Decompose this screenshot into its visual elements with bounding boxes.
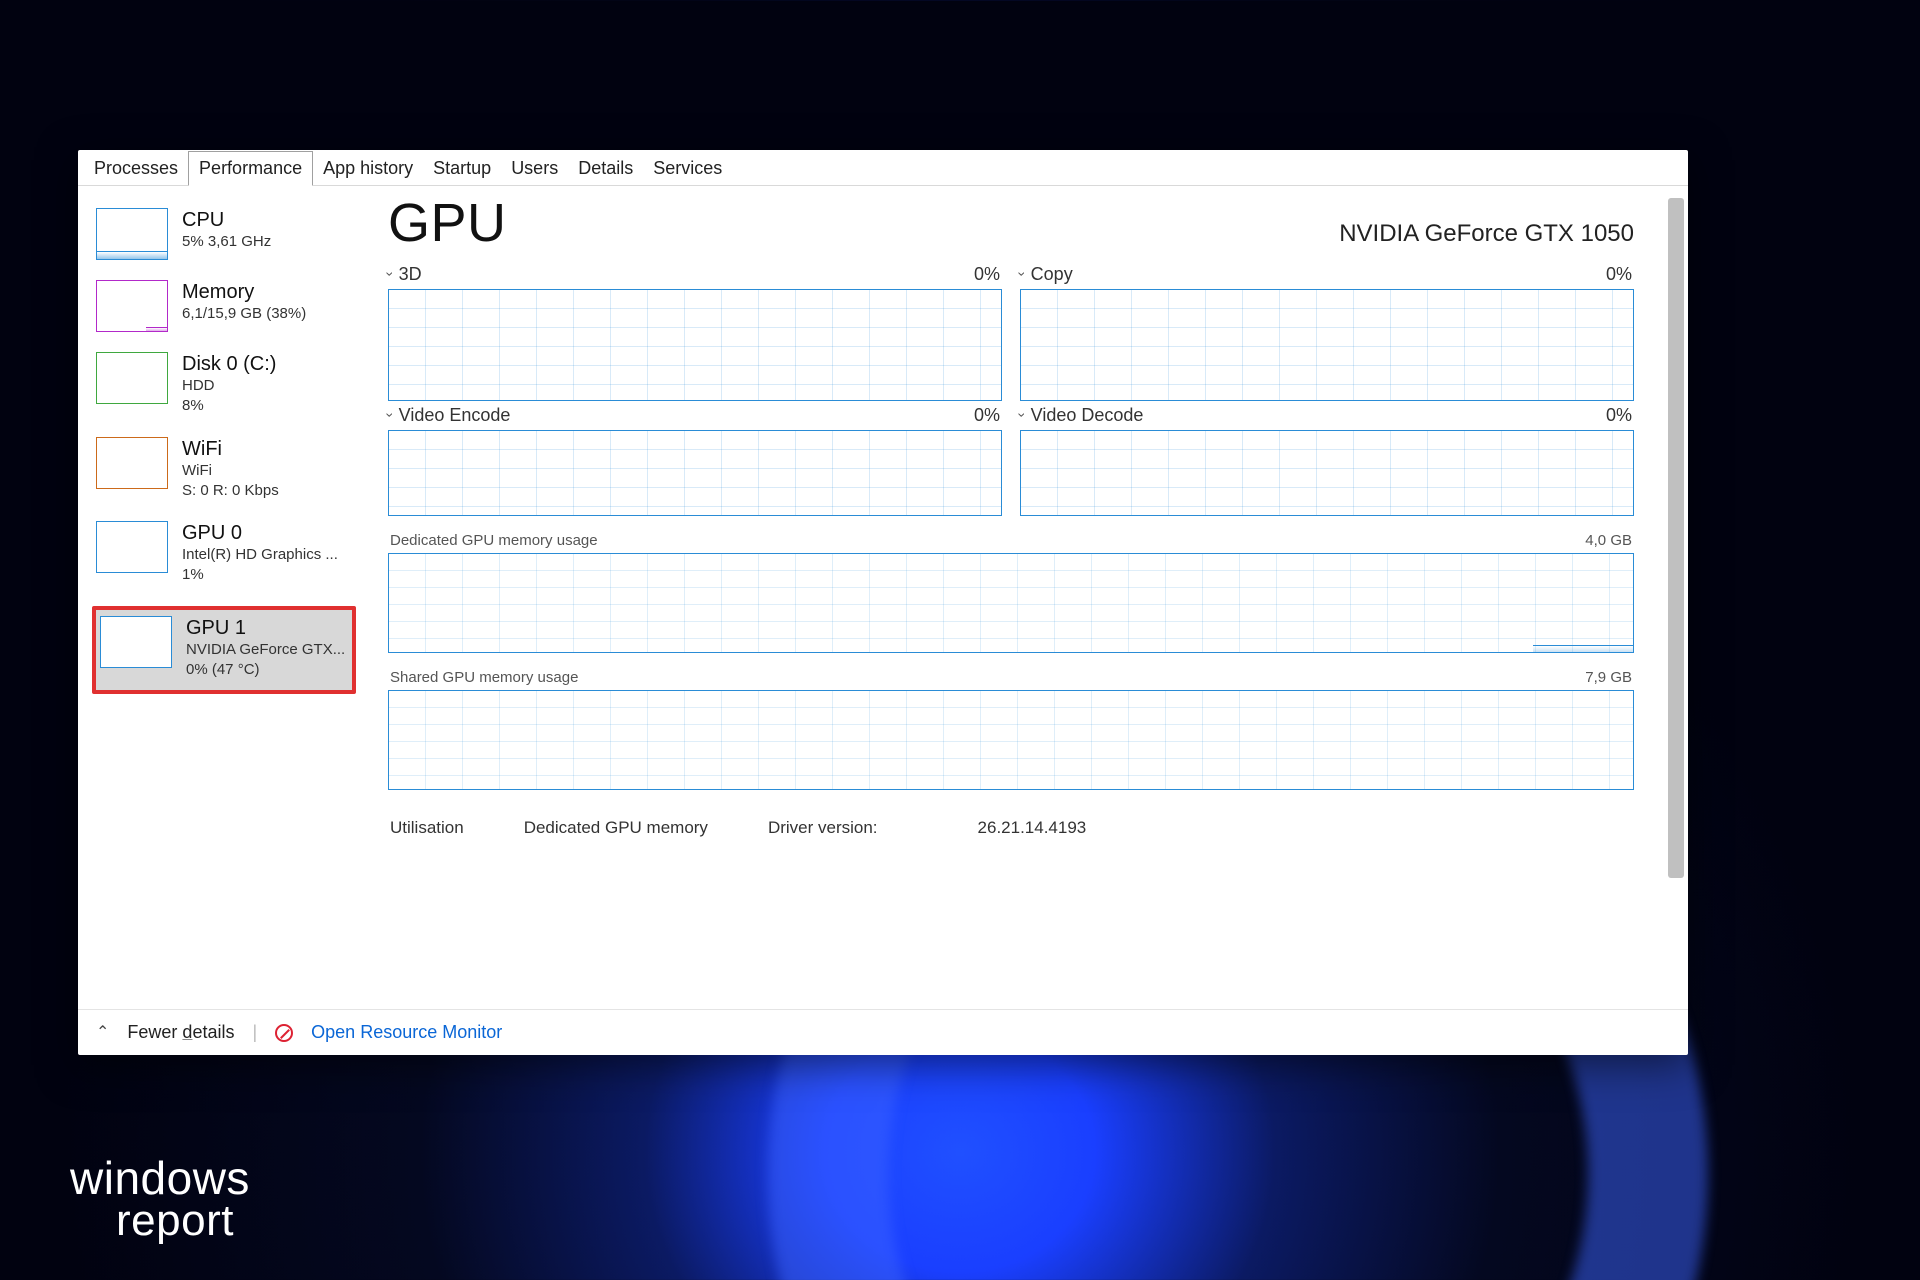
chart-canvas-dedicated (388, 553, 1634, 653)
chevron-up-icon: ⌃ (96, 1022, 109, 1042)
disk-thumbnail-chart (96, 352, 168, 404)
sidebar-item-sub: HDD (182, 376, 352, 396)
watermark-logo: windows report (70, 1157, 250, 1242)
sidebar-item-disk[interactable]: Disk 0 (C:) HDD 8% (92, 348, 356, 433)
sidebar-item-sub: NVIDIA GeForce GTX... (186, 640, 348, 660)
chart-dropdown-video-encode[interactable]: ›Video Encode (388, 405, 510, 426)
chart-dropdown-3d[interactable]: ›3D (388, 264, 422, 285)
gpu-device-name: NVIDIA GeForce GTX 1050 (1339, 220, 1634, 254)
chart-copy: ›Copy 0% (1020, 260, 1634, 401)
sidebar-item-sub: 6,1/15,9 GB (38%) (182, 304, 352, 324)
shared-memory-label: Shared GPU memory usage (390, 669, 578, 686)
chart-dropdown-copy[interactable]: ›Copy (1020, 264, 1073, 285)
stat-driver-label: Driver version: (768, 818, 878, 838)
task-manager-footer: ⌃ Fewer details | Open Resource Monitor (78, 1009, 1688, 1055)
tab-app-history[interactable]: App history (313, 152, 423, 185)
cpu-thumbnail-chart (96, 208, 168, 260)
dedicated-memory-max: 4,0 GB (1585, 532, 1632, 549)
scrollbar[interactable] (1668, 198, 1684, 878)
task-manager-window: Processes Performance App history Startu… (78, 150, 1688, 1055)
chart-value-3d: 0% (974, 264, 1000, 285)
resource-monitor-icon (275, 1024, 293, 1042)
sidebar-item-sub: Intel(R) HD Graphics ... (182, 545, 352, 565)
chart-dropdown-video-decode[interactable]: ›Video Decode (1020, 405, 1143, 426)
sidebar-item-label: WiFi (182, 437, 352, 461)
sidebar-item-label: GPU 0 (182, 521, 352, 545)
chevron-down-icon: › (1014, 413, 1030, 418)
gpu1-thumbnail-chart (100, 616, 172, 668)
chart-video-encode: ›Video Encode 0% (388, 401, 1002, 516)
performance-sidebar: CPU 5% 3,61 GHz Memory 6,1/15,9 GB (38%)… (78, 186, 368, 1009)
dedicated-memory-label: Dedicated GPU memory usage (390, 532, 598, 549)
chart-3d: ›3D 0% (388, 260, 1002, 401)
memory-thumbnail-chart (96, 280, 168, 332)
performance-body: CPU 5% 3,61 GHz Memory 6,1/15,9 GB (38%)… (78, 186, 1688, 1009)
chevron-down-icon: › (382, 272, 398, 277)
watermark-line2: report (70, 1200, 250, 1242)
chart-canvas-copy (1020, 289, 1634, 401)
chart-dedicated-memory: Dedicated GPU memory usage 4,0 GB (388, 530, 1634, 653)
sidebar-item-sub2: 8% (182, 396, 352, 416)
sidebar-item-memory[interactable]: Memory 6,1/15,9 GB (38%) (92, 276, 356, 348)
sidebar-item-sub: WiFi (182, 461, 352, 481)
tab-users[interactable]: Users (501, 152, 568, 185)
chart-canvas-3d (388, 289, 1002, 401)
sidebar-item-label: Disk 0 (C:) (182, 352, 352, 376)
sidebar-item-sub: 5% 3,61 GHz (182, 232, 352, 252)
shared-memory-max: 7,9 GB (1585, 669, 1632, 686)
sidebar-item-sub2: S: 0 R: 0 Kbps (182, 481, 352, 501)
sidebar-item-gpu0[interactable]: GPU 0 Intel(R) HD Graphics ... 1% (92, 517, 356, 602)
chart-canvas-video-decode (1020, 430, 1634, 516)
gpu-detail-panel: GPU NVIDIA GeForce GTX 1050 ›3D 0% ›Copy… (368, 186, 1688, 1009)
separator: | (252, 1022, 257, 1043)
open-resource-monitor-link[interactable]: Open Resource Monitor (311, 1022, 502, 1043)
sidebar-item-sub2: 0% (47 °C) (186, 660, 348, 680)
chart-shared-memory: Shared GPU memory usage 7,9 GB (388, 667, 1634, 790)
chart-video-decode: ›Video Decode 0% (1020, 401, 1634, 516)
chart-value-video-decode: 0% (1606, 405, 1632, 426)
wifi-thumbnail-chart (96, 437, 168, 489)
chevron-down-icon: › (1014, 272, 1030, 277)
tab-performance[interactable]: Performance (188, 151, 313, 186)
tab-startup[interactable]: Startup (423, 152, 501, 185)
chart-canvas-video-encode (388, 430, 1002, 516)
chevron-down-icon: › (382, 413, 398, 418)
chart-value-video-encode: 0% (974, 405, 1000, 426)
sidebar-item-wifi[interactable]: WiFi WiFi S: 0 R: 0 Kbps (92, 433, 356, 518)
stat-utilisation-label: Utilisation (390, 818, 464, 838)
gpu0-thumbnail-chart (96, 521, 168, 573)
sidebar-item-gpu1[interactable]: GPU 1 NVIDIA GeForce GTX... 0% (47 °C) (92, 606, 356, 695)
sidebar-item-label: Memory (182, 280, 352, 304)
fewer-details-button[interactable]: Fewer details (127, 1022, 234, 1043)
gpu-stats-row: Utilisation Dedicated GPU memory Driver … (388, 790, 1660, 838)
chart-canvas-shared (388, 690, 1634, 790)
sidebar-item-label: CPU (182, 208, 352, 232)
sidebar-item-label: GPU 1 (186, 616, 348, 640)
tab-processes[interactable]: Processes (84, 152, 188, 185)
chart-value-copy: 0% (1606, 264, 1632, 285)
tab-details[interactable]: Details (568, 152, 643, 185)
watermark-line1: windows (70, 1157, 250, 1201)
stat-dedicated-label: Dedicated GPU memory (524, 818, 708, 838)
sidebar-item-cpu[interactable]: CPU 5% 3,61 GHz (92, 204, 356, 276)
tab-services[interactable]: Services (643, 152, 732, 185)
panel-title: GPU (388, 192, 507, 254)
tab-strip: Processes Performance App history Startu… (78, 150, 1688, 186)
stat-driver-value: 26.21.14.4193 (978, 818, 1087, 838)
sidebar-item-sub2: 1% (182, 565, 352, 585)
